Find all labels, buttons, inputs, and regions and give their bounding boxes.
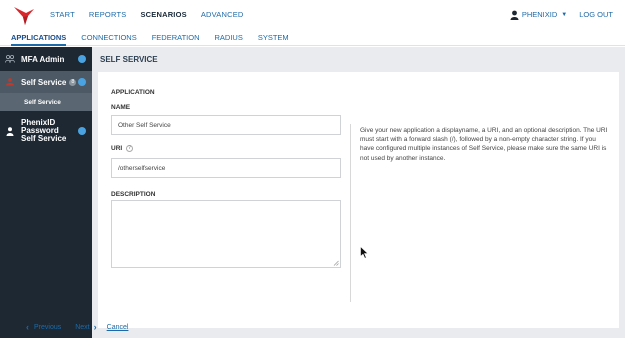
chevron-right-icon: › [93,322,97,332]
section-title: APPLICATION [111,89,155,96]
status-dot [78,127,86,135]
tab-system[interactable]: SYSTEM [258,29,289,46]
page-title: SELF SERVICE [92,47,625,71]
chevron-left-icon: ‹ [26,322,29,332]
mouse-pointer-icon [360,246,369,259]
uri-input[interactable]: /otherselfservice [111,158,341,178]
people-icon [5,54,15,64]
sidebar-subitem-self-service[interactable]: Self Service [0,93,92,111]
help-icon[interactable]: ? [126,145,134,152]
description-label: DESCRIPTION [111,191,156,198]
user-icon [510,10,519,20]
user-menu[interactable]: PHENIXID ▼ [510,10,567,20]
user-icon [5,126,15,136]
application-form-card: APPLICATION NAME Other Self Service URI … [98,72,619,328]
sidebar: MFA Admin Self Service 8 Self Service Ph… [0,47,92,338]
description-textarea[interactable] [111,200,341,268]
sidebar-item-password-self-service[interactable]: PhenixID Password Self Service [0,111,92,151]
people-icon [5,77,15,87]
next-button[interactable]: Next › [75,322,96,332]
sidebar-item-self-service[interactable]: Self Service 8 [0,71,92,93]
nav-advanced[interactable]: ADVANCED [201,10,244,19]
uri-label-row: URI ? [111,145,134,153]
logout-link[interactable]: LOG OUT [579,10,613,19]
sidebar-label-line3: Self Service [21,134,67,143]
nav-start[interactable]: START [50,10,75,19]
sidebar-item-label: MFA Admin [21,54,65,64]
resize-handle-icon[interactable] [333,260,339,266]
previous-button[interactable]: ‹ Previous [26,322,61,332]
nav-scenarios[interactable]: SCENARIOS [140,10,186,19]
tab-radius[interactable]: RADIUS [214,29,242,46]
sidebar-item-label: Self Service [21,77,67,87]
user-name: PHENIXID [521,10,558,19]
sidebar-item-label: PhenixID Password Self Service [21,119,66,143]
status-dot [78,78,86,86]
chevron-down-icon: ▼ [561,11,568,18]
tab-applications[interactable]: APPLICATIONS [11,29,67,46]
cancel-link[interactable]: Cancel [107,324,129,331]
top-nav-menu: START REPORTS SCENARIOS ADVANCED [50,10,258,19]
sub-navbar: APPLICATIONS CONNECTIONS FEDERATION RADI… [0,29,625,46]
help-text: Give your new application a displayname,… [360,127,608,162]
top-right-menu: PHENIXID ▼ LOG OUT [510,0,613,29]
vertical-divider [350,124,351,302]
count-badge: 8 [69,78,77,86]
uri-label: URI [111,145,123,153]
top-navbar: START REPORTS SCENARIOS ADVANCED PHENIXI… [0,0,625,29]
name-label: NAME [111,104,131,111]
main-content: SELF SERVICE APPLICATION NAME Other Self… [92,47,625,338]
next-label: Next [75,323,90,331]
tab-connections[interactable]: CONNECTIONS [81,29,136,46]
tab-federation[interactable]: FEDERATION [152,29,200,46]
nav-reports[interactable]: REPORTS [89,10,127,19]
sidebar-item-mfa-admin[interactable]: MFA Admin [0,47,92,71]
phoenix-logo-icon[interactable] [12,3,36,27]
previous-label: Previous [34,323,62,331]
wizard-footer: ‹ Previous Next › Cancel [26,322,128,332]
name-input[interactable]: Other Self Service [111,115,341,135]
status-dot [78,55,86,63]
